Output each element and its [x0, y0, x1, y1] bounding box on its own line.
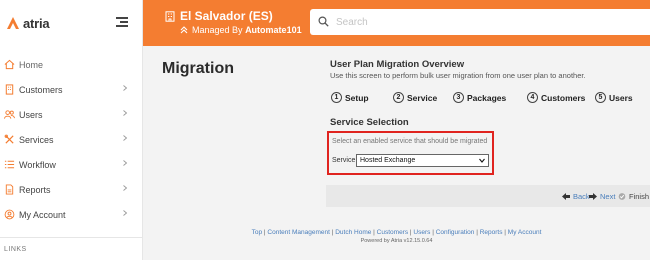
step-label: Users: [609, 92, 633, 103]
sidebar-item-users[interactable]: Users: [0, 102, 142, 127]
sidebar: atria Home Customers Users Services Work…: [0, 0, 143, 260]
sidebar-item-customers[interactable]: Customers: [0, 77, 142, 102]
step-label: Service: [407, 92, 438, 103]
step-number: 1: [331, 92, 342, 103]
footer-link-users[interactable]: Users: [413, 229, 430, 236]
sidebar-item-label: Workflow: [19, 159, 56, 170]
building-icon: [5, 84, 14, 95]
footer-link-configuration[interactable]: Configuration: [436, 229, 475, 236]
report-icon: [5, 184, 14, 195]
footer-link-top[interactable]: Top: [252, 229, 262, 236]
step-number: 3: [453, 92, 464, 103]
next-label: Next: [600, 192, 616, 201]
footer-link-my-account[interactable]: My Account: [508, 229, 542, 236]
step-customers[interactable]: 4 Customers: [527, 92, 585, 103]
footer-link-content-management[interactable]: Content Management: [267, 229, 330, 236]
brand[interactable]: atria: [0, 0, 142, 46]
service-hint: Select an enabled service that should be…: [332, 138, 488, 145]
search-icon: [318, 16, 329, 27]
sidebar-item-label: Home: [19, 59, 44, 70]
chevron-right-icon: [123, 110, 128, 116]
home-icon: [4, 59, 15, 70]
menu-toggle-icon[interactable]: [116, 17, 128, 27]
account-icon: [4, 209, 15, 220]
service-label: Service:: [332, 157, 358, 164]
chevron-right-icon: [123, 135, 128, 141]
footer-links: Top | Content Management | Dutch Home | …: [251, 229, 542, 236]
step-packages[interactable]: 3 Packages: [453, 92, 506, 103]
service-select[interactable]: Hosted Exchange: [356, 154, 489, 167]
step-number: 2: [393, 92, 404, 103]
next-button[interactable]: Next: [589, 192, 615, 201]
sidebar-item-label: Reports: [19, 184, 51, 195]
step-number: 4: [527, 92, 538, 103]
sidebar-nav: Home Customers Users Services Workflow R…: [0, 52, 142, 227]
tenant-name[interactable]: El Salvador (ES): [180, 9, 273, 23]
sidebar-item-services[interactable]: Services: [0, 127, 142, 152]
step-setup[interactable]: 1 Setup: [331, 92, 369, 103]
arrow-left-icon: [562, 193, 570, 200]
section-title: Service Selection: [330, 117, 409, 128]
footer-link-customers[interactable]: Customers: [377, 229, 408, 236]
page-title: Migration: [162, 60, 234, 77]
chevron-down-icon: [479, 158, 485, 163]
back-button[interactable]: Back: [562, 192, 590, 201]
chevron-right-icon: [123, 85, 128, 91]
service-selection-box: Select an enabled service that should be…: [327, 131, 494, 175]
finish-button[interactable]: Finish: [618, 192, 649, 201]
check-circle-icon: [618, 193, 626, 200]
search-box[interactable]: [310, 9, 650, 35]
chevron-right-icon: [123, 185, 128, 191]
top-header: El Salvador (ES) Managed By Automate101: [143, 0, 650, 46]
brand-name: atria: [23, 15, 50, 31]
powered-by: Powered by Atria v12.15.0.64: [360, 238, 433, 244]
tools-icon: [4, 134, 14, 144]
wizard-subtitle: Use this screen to perform bulk user mig…: [330, 71, 586, 80]
chevron-right-icon: [123, 160, 128, 166]
users-icon: [4, 110, 15, 119]
finish-label: Finish: [629, 192, 650, 201]
links-heading: LINKS: [4, 246, 27, 253]
list-icon: [4, 160, 15, 169]
sidebar-item-workflow[interactable]: Workflow: [0, 152, 142, 177]
search-input[interactable]: [336, 14, 636, 30]
wizard-title: User Plan Migration Overview: [330, 59, 465, 70]
sidebar-item-my-account[interactable]: My Account: [0, 202, 142, 227]
arrow-right-icon: [589, 193, 597, 200]
managed-by: Managed By Automate101: [180, 25, 302, 35]
step-service[interactable]: 2 Service: [393, 92, 437, 103]
sidebar-item-home[interactable]: Home: [0, 52, 142, 77]
sidebar-divider: [0, 237, 142, 238]
sidebar-item-label: Users: [19, 109, 43, 120]
step-users[interactable]: 5 Users: [595, 92, 633, 103]
step-label: Packages: [467, 92, 507, 103]
service-select-value: Hosted Exchange: [360, 157, 416, 164]
wizard-footer: Back Next Finish: [326, 185, 650, 207]
footer-link-dutch-home[interactable]: Dutch Home: [335, 229, 371, 236]
back-label: Back: [573, 192, 590, 201]
managed-by-prefix: Managed By: [192, 25, 243, 35]
double-chevron-up-icon: [180, 26, 188, 34]
footer-link-reports[interactable]: Reports: [480, 229, 503, 236]
atria-logo-icon: [7, 17, 19, 29]
managed-by-name: Automate101: [245, 25, 302, 35]
step-label: Setup: [345, 92, 369, 103]
sidebar-item-label: Services: [19, 134, 54, 145]
building-icon: [165, 11, 175, 22]
step-number: 5: [595, 92, 606, 103]
sidebar-item-reports[interactable]: Reports: [0, 177, 142, 202]
chevron-right-icon: [123, 210, 128, 216]
step-label: Customers: [541, 92, 586, 103]
sidebar-item-label: Customers: [19, 84, 63, 95]
sidebar-item-label: My Account: [19, 209, 66, 220]
